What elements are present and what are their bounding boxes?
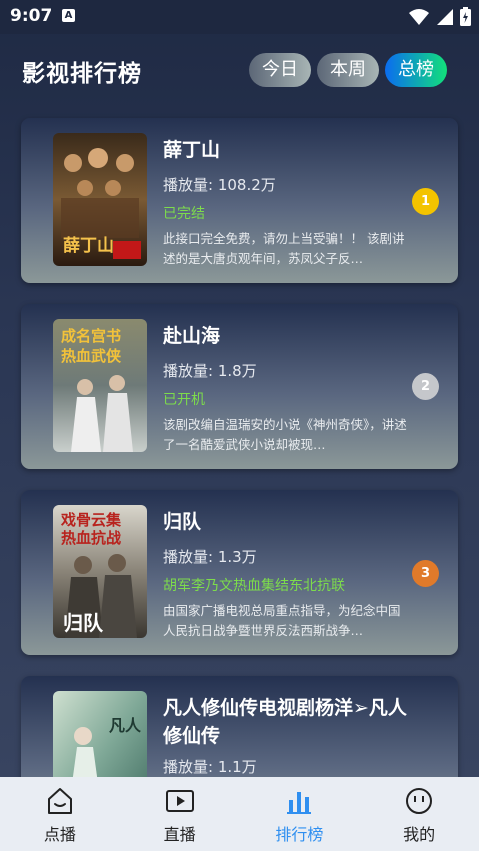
play-count: 播放量: 1.1万 — [163, 758, 257, 776]
item-title: 赴山海 — [163, 325, 221, 347]
status-bar: 9:07 A — [0, 0, 479, 34]
page-title: 影视排行榜 — [22, 61, 142, 87]
poster-image: 戏骨云集 热血抗战 归队 — [53, 505, 147, 638]
item-description: 由国家广播电视总局重点指导，为纪念中国人民抗日战争暨世界反法西斯战争… — [163, 603, 401, 638]
poster-image: 薛丁山 — [53, 133, 147, 266]
item-status: 已完结 — [163, 206, 205, 222]
item-title: 归队 — [163, 511, 202, 533]
notification-icon: A — [62, 9, 75, 22]
profile-icon — [406, 788, 433, 814]
ranking-card[interactable]: 薛丁山 薛丁山 播放量: 108.2万 已完结 此接口完全免费，请勿上当受骗！！… — [21, 118, 458, 283]
header: 影视排行榜 今日 本周 总榜 — [0, 34, 479, 106]
item-title: 薛丁山 — [163, 139, 221, 161]
svg-text:热血武侠: 热血武侠 — [61, 347, 122, 365]
wifi-icon — [409, 8, 429, 25]
nav-item-vod[interactable]: 点播 — [0, 777, 120, 851]
item-description: 该剧改编自温瑞安的小说《神州奇侠》，讲述了一名酷爱武侠小说却被现… — [163, 417, 407, 452]
nav-item-ranking[interactable]: 排行榜 — [240, 777, 360, 851]
tab-week[interactable]: 本周 — [317, 53, 379, 87]
ranking-card[interactable]: 戏骨云集 热血抗战 归队 归队 播放量: 1.3万 胡军李乃文热血集结东北抗联 … — [21, 490, 458, 655]
bar-chart-icon — [287, 792, 312, 814]
poster-title-text: 薛丁山 — [63, 236, 114, 256]
play-count: 播放量: 1.8万 — [163, 362, 257, 380]
item-title: 凡人修仙传电视剧杨洋➢凡人修仙传 — [163, 697, 407, 747]
poster-image: 成名宫书 热血武侠 — [53, 319, 147, 452]
tab-today[interactable]: 今日 — [249, 53, 311, 87]
svg-text:凡人: 凡人 — [109, 716, 142, 735]
svg-text:戏骨云集: 戏骨云集 — [60, 511, 122, 529]
svg-text:归队: 归队 — [63, 611, 104, 635]
nav-item-live[interactable]: 直播 — [120, 777, 240, 851]
rank-badge: 2 — [412, 373, 439, 400]
svg-text:热血抗战: 热血抗战 — [61, 529, 121, 547]
nav-label: 排行榜 — [275, 825, 324, 844]
play-count: 播放量: 108.2万 — [163, 176, 276, 194]
rank-badge: 3 — [412, 560, 439, 587]
tab-all-time[interactable]: 总榜 — [385, 53, 447, 87]
play-count: 播放量: 1.3万 — [163, 548, 257, 566]
signal-icon — [437, 8, 453, 25]
ranking-list[interactable]: 薛丁山 薛丁山 播放量: 108.2万 已完结 此接口完全免费，请勿上当受骗！！… — [0, 106, 479, 777]
item-status: 已开机 — [163, 392, 205, 408]
bottom-nav: 点播 直播 排行榜 我的 — [0, 777, 479, 851]
nav-label: 点播 — [43, 825, 76, 844]
ranking-card[interactable]: 凡人 凡人修仙传电视剧杨洋➢凡人修仙传 播放量: 1.1万 — [21, 676, 458, 777]
nav-item-profile[interactable]: 我的 — [359, 777, 479, 851]
svg-text:成名宫书: 成名宫书 — [61, 327, 121, 345]
status-time: 9:07 — [10, 6, 53, 26]
play-icon — [165, 790, 194, 812]
nav-label: 直播 — [163, 825, 196, 844]
ranking-card[interactable]: 成名宫书 热血武侠 赴山海 播放量: 1.8万 已开机 该剧改编自温瑞安的小说《… — [21, 304, 458, 469]
poster-image: 凡人 — [53, 691, 147, 777]
battery-icon — [460, 7, 471, 26]
item-description: 此接口完全免费，请勿上当受骗！！ 该剧讲述的是大唐贞观年间，苏凤父子反… — [163, 231, 405, 266]
item-status: 胡军李乃文热血集结东北抗联 — [163, 578, 345, 594]
ranking-tabs: 今日 本周 总榜 — [249, 53, 447, 87]
nav-label: 我的 — [403, 825, 436, 844]
rank-badge: 1 — [412, 188, 439, 215]
home-icon — [47, 788, 72, 814]
